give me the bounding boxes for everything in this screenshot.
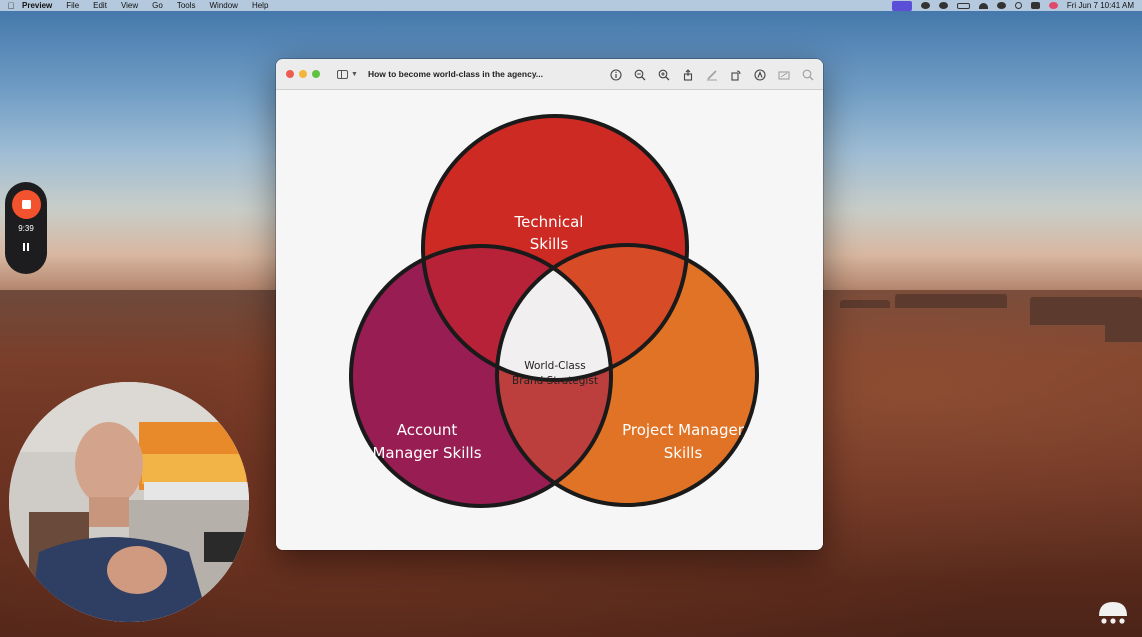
venn-diagram: Technical Skills Account Manager Skills …	[349, 114, 759, 508]
wifi-icon[interactable]	[978, 2, 988, 9]
screen-record-icon[interactable]	[891, 0, 912, 11]
siri-icon[interactable]	[1048, 2, 1058, 9]
rotate-icon[interactable]	[730, 69, 742, 81]
project-manager-label-line2: Skills	[664, 444, 703, 462]
zoom-in-icon[interactable]	[658, 69, 670, 81]
recording-controls: 9:39	[5, 182, 47, 274]
technical-label-line1: Technical	[514, 213, 584, 231]
markup-pen-icon[interactable]	[706, 69, 718, 81]
menu-help[interactable]: Help	[252, 1, 268, 10]
stop-recording-button[interactable]	[11, 190, 41, 219]
play-icon[interactable]	[938, 2, 948, 9]
sidebar-toggle-icon[interactable]	[337, 69, 348, 79]
toolbar	[610, 59, 814, 90]
clock[interactable]: Fri Jun 7 10:41 AM	[1067, 1, 1134, 10]
zoom-window-button[interactable]	[312, 70, 320, 78]
menu-view[interactable]: View	[121, 1, 138, 10]
window-titlebar: ▼ How to become world-class in the agenc…	[276, 59, 823, 90]
menu-edit[interactable]: Edit	[93, 1, 107, 10]
mesa-rock	[840, 300, 890, 308]
battery-icon[interactable]	[956, 2, 970, 9]
menu-go[interactable]: Go	[152, 1, 163, 10]
account-manager-label-line1: Account	[397, 421, 458, 439]
brand-logo-icon	[1099, 602, 1127, 624]
mesa-rock	[1105, 302, 1142, 342]
account-manager-label-line2: Manager Skills	[372, 444, 481, 462]
gear-icon[interactable]	[920, 2, 930, 9]
document-title: How to become world-class in the agency.…	[367, 69, 544, 79]
status-menus: Fri Jun 7 10:41 AM	[891, 0, 1142, 11]
menu-app-name[interactable]: Preview	[22, 1, 52, 10]
recording-timer: 9:39	[18, 224, 34, 233]
technical-label-line2: Skills	[530, 235, 569, 253]
project-manager-label-line1: Project Manager	[622, 421, 745, 439]
search-icon[interactable]	[802, 69, 814, 81]
preview-window: ▼ How to become world-class in the agenc…	[276, 59, 823, 550]
info-icon[interactable]	[610, 68, 622, 81]
menu-tools[interactable]: Tools	[177, 1, 196, 10]
apple-icon[interactable]: 	[0, 1, 22, 11]
search-icon[interactable]	[1014, 2, 1022, 9]
menu-bar:  Preview File Edit View Go Tools Window…	[0, 0, 1142, 11]
presenter-video	[9, 382, 249, 622]
chevron-down-icon[interactable]: ▼	[351, 71, 358, 78]
close-window-button[interactable]	[286, 70, 294, 78]
share-icon[interactable]	[682, 68, 694, 81]
moon-icon[interactable]	[996, 2, 1006, 9]
pause-recording-button[interactable]	[23, 243, 29, 251]
document-canvas: Technical Skills Account Manager Skills …	[276, 91, 823, 550]
menu-file[interactable]: File	[66, 1, 79, 10]
zoom-out-icon[interactable]	[634, 69, 646, 81]
minimize-window-button[interactable]	[299, 70, 307, 78]
control-center-icon[interactable]	[1030, 2, 1040, 9]
form-fill-icon[interactable]	[778, 69, 790, 81]
center-label-line1: World-Class	[524, 360, 586, 372]
center-label-line2: Brand Strategist	[512, 375, 598, 387]
mesa-rock	[895, 294, 1007, 308]
annotate-icon[interactable]	[754, 68, 766, 81]
menu-window[interactable]: Window	[210, 1, 238, 10]
webcam-feed	[9, 382, 249, 622]
